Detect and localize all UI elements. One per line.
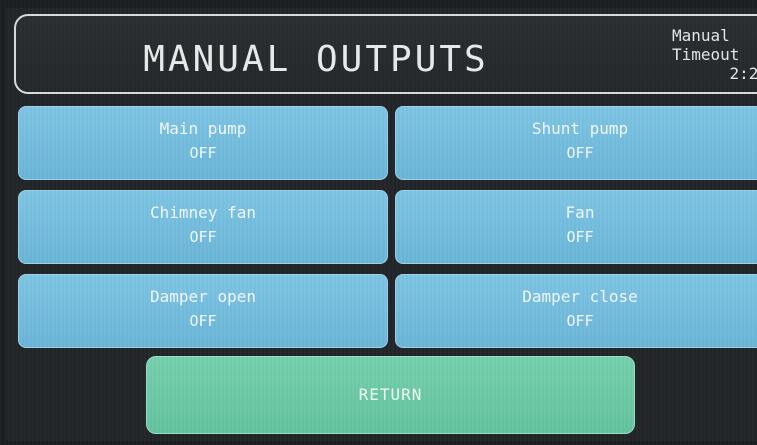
page-title: MANUAL OUTPUTS — [143, 39, 489, 80]
chimney-fan-button[interactable]: Chimney fan OFF — [18, 190, 388, 264]
output-state: OFF — [189, 228, 217, 246]
output-state: OFF — [566, 228, 594, 246]
damper-close-button[interactable]: Damper close OFF — [395, 274, 757, 348]
output-label: Damper close — [522, 287, 638, 306]
shunt-pump-button[interactable]: Shunt pump OFF — [395, 106, 757, 180]
return-button[interactable]: RETURN — [146, 356, 635, 434]
timeout-label-line2: Timeout — [672, 45, 740, 64]
fan-button[interactable]: Fan OFF — [395, 190, 757, 264]
output-state: OFF — [189, 144, 217, 162]
timeout-countdown: 2:20 — [729, 64, 757, 83]
output-state: OFF — [566, 312, 594, 330]
damper-open-button[interactable]: Damper open OFF — [18, 274, 388, 348]
output-state: OFF — [189, 312, 217, 330]
timeout-label-line1: Manual — [672, 26, 730, 45]
main-pump-button[interactable]: Main pump OFF — [18, 106, 388, 180]
manual-timeout-indicator: Manual Timeout 2:20 — [672, 26, 757, 83]
return-button-label: RETURN — [358, 385, 423, 404]
header-panel: MANUAL OUTPUTS Manual Timeout 2:20 — [14, 14, 757, 94]
output-label: Main pump — [159, 119, 247, 138]
output-label: Chimney fan — [150, 203, 256, 222]
output-label: Fan — [565, 203, 595, 222]
output-state: OFF — [566, 144, 594, 162]
output-label: Shunt pump — [531, 119, 629, 138]
output-label: Damper open — [150, 287, 256, 306]
